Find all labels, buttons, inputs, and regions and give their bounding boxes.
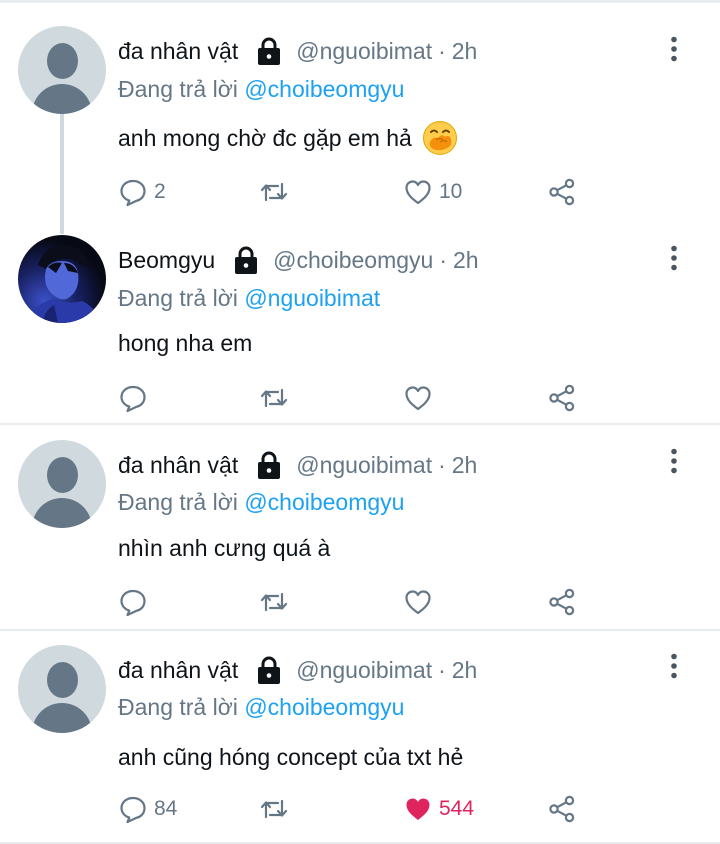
tweet[interactable]: đa nhân vật @nguoibimat · 2h Đang trả lờ… bbox=[0, 0, 720, 216]
more-vertical-icon[interactable] bbox=[667, 245, 681, 271]
tweet-actions bbox=[118, 586, 588, 618]
replying-to: Đang trả lời @nguoibimat bbox=[118, 285, 380, 312]
tweet-header: đa nhân vật @nguoibimat · 2h bbox=[118, 36, 477, 66]
display-name[interactable]: Beomgyu bbox=[118, 247, 215, 274]
retweet-icon bbox=[259, 794, 289, 824]
more-vertical-icon[interactable] bbox=[667, 36, 681, 62]
default-avatar-icon[interactable] bbox=[18, 26, 106, 114]
lock-icon bbox=[254, 450, 284, 480]
timestamp[interactable]: 2h bbox=[452, 657, 478, 684]
user-handle[interactable]: @nguoibimat bbox=[296, 657, 432, 684]
tweet[interactable]: đa nhân vật @nguoibimat · 2h Đang trả lờ… bbox=[0, 425, 720, 629]
tweet-text: anh cũng hóng concept của txt hẻ bbox=[118, 740, 463, 774]
replying-to-mention[interactable]: @choibeomgyu bbox=[244, 694, 404, 720]
retweet-button[interactable] bbox=[259, 793, 295, 825]
replying-to-mention[interactable]: @nguoibimat bbox=[244, 285, 380, 311]
lock-icon bbox=[254, 36, 284, 66]
tweet-header: Beomgyu @choibeomgyu · 2h bbox=[118, 245, 479, 275]
tweet-text: nhìn anh cưng quá à bbox=[118, 533, 330, 563]
retweet-icon bbox=[259, 587, 289, 617]
user-handle[interactable]: @nguoibimat bbox=[296, 38, 432, 65]
tweet-header: đa nhân vật @nguoibimat · 2h bbox=[118, 450, 477, 480]
timestamp[interactable]: 2h bbox=[452, 38, 478, 65]
separator-dot: · bbox=[438, 451, 446, 478]
tweet-text-body: hong nha em bbox=[118, 329, 253, 356]
display-name[interactable]: đa nhân vật bbox=[118, 452, 238, 479]
more-vertical-icon[interactable] bbox=[667, 653, 681, 679]
display-name[interactable]: đa nhân vật bbox=[118, 657, 238, 684]
reply-icon bbox=[118, 383, 148, 413]
user-handle[interactable]: @nguoibimat bbox=[296, 452, 432, 479]
reply-count: 2 bbox=[154, 180, 166, 203]
like-button[interactable]: 10 bbox=[403, 176, 462, 208]
tweet-actions: 84 544 bbox=[118, 793, 588, 825]
profile-photo-image bbox=[18, 235, 106, 323]
replying-to: Đang trả lời @choibeomgyu bbox=[118, 694, 404, 721]
like-button[interactable]: 544 bbox=[403, 793, 474, 825]
share-icon bbox=[547, 794, 577, 824]
tweet-text: anh mong chờ đc gặp em hả bbox=[118, 120, 458, 156]
tweet-text-body: nhìn anh cưng quá à bbox=[118, 534, 331, 561]
heart-icon bbox=[403, 587, 433, 617]
reply-icon bbox=[118, 794, 148, 824]
replying-to: Đang trả lời @choibeomgyu bbox=[118, 489, 404, 516]
replying-to-mention[interactable]: @choibeomgyu bbox=[244, 76, 404, 102]
heart-icon bbox=[403, 383, 433, 413]
like-count: 544 bbox=[439, 797, 475, 820]
replying-to-label: Đang trả lời bbox=[118, 285, 238, 311]
share-icon bbox=[547, 587, 577, 617]
separator-dot: · bbox=[439, 246, 448, 273]
retweet-button[interactable] bbox=[259, 176, 295, 208]
tweet-text-body: anh cũng hóng concept của txt hẻ bbox=[118, 743, 464, 770]
reply-button[interactable]: 2 bbox=[118, 176, 166, 208]
tweet[interactable]: Beomgyu @choibeomgyu · 2h Đang trả lời @… bbox=[0, 216, 720, 424]
separator-dot: · bbox=[438, 656, 446, 683]
retweet-icon bbox=[259, 177, 289, 207]
reply-button[interactable]: 84 bbox=[118, 793, 177, 825]
tweet-text-body: anh mong chờ đc gặp em hả bbox=[118, 124, 412, 151]
share-button[interactable] bbox=[547, 382, 577, 414]
retweet-icon bbox=[259, 383, 289, 413]
replying-to-label: Đang trả lời bbox=[118, 694, 238, 720]
timestamp[interactable]: 2h bbox=[452, 452, 478, 479]
share-icon bbox=[547, 177, 577, 207]
share-button[interactable] bbox=[547, 793, 577, 825]
lock-icon bbox=[254, 655, 284, 685]
profile-photo[interactable] bbox=[18, 235, 106, 323]
reply-icon bbox=[118, 177, 148, 207]
tweet-header: đa nhân vật @nguoibimat · 2h bbox=[118, 655, 477, 685]
face-with-hand-over-mouth-emoji bbox=[422, 121, 457, 155]
default-avatar-icon[interactable] bbox=[18, 440, 106, 528]
like-button[interactable] bbox=[403, 382, 439, 414]
separator-dot: · bbox=[438, 37, 446, 64]
share-button[interactable] bbox=[547, 176, 577, 208]
reply-button[interactable] bbox=[118, 382, 154, 414]
replying-to-label: Đang trả lời bbox=[118, 489, 238, 515]
reply-button[interactable] bbox=[118, 586, 154, 618]
heart-icon bbox=[403, 177, 433, 207]
share-icon bbox=[547, 383, 577, 413]
display-name[interactable]: đa nhân vật bbox=[118, 38, 238, 65]
replying-to-label: Đang trả lời bbox=[118, 76, 238, 102]
retweet-button[interactable] bbox=[259, 586, 295, 618]
reply-count: 84 bbox=[154, 797, 178, 820]
default-avatar-icon[interactable] bbox=[18, 645, 106, 733]
tweet-actions bbox=[118, 382, 588, 414]
heart-icon bbox=[403, 794, 433, 824]
replying-to: Đang trả lời @choibeomgyu bbox=[118, 76, 404, 103]
like-button[interactable] bbox=[403, 586, 439, 618]
timestamp[interactable]: 2h bbox=[453, 247, 479, 274]
tweet-text: hong nha em bbox=[118, 328, 252, 358]
more-vertical-icon[interactable] bbox=[667, 448, 681, 474]
tweet[interactable]: đa nhân vật @nguoibimat · 2h Đang trả lờ… bbox=[0, 631, 720, 844]
replying-to-mention[interactable]: @choibeomgyu bbox=[244, 489, 404, 515]
share-button[interactable] bbox=[547, 586, 577, 618]
like-count: 10 bbox=[439, 180, 463, 203]
lock-icon bbox=[231, 245, 261, 275]
retweet-button[interactable] bbox=[259, 382, 295, 414]
tweet-actions: 2 10 bbox=[118, 176, 588, 208]
reply-icon bbox=[118, 587, 148, 617]
user-handle[interactable]: @choibeomgyu bbox=[273, 247, 433, 274]
